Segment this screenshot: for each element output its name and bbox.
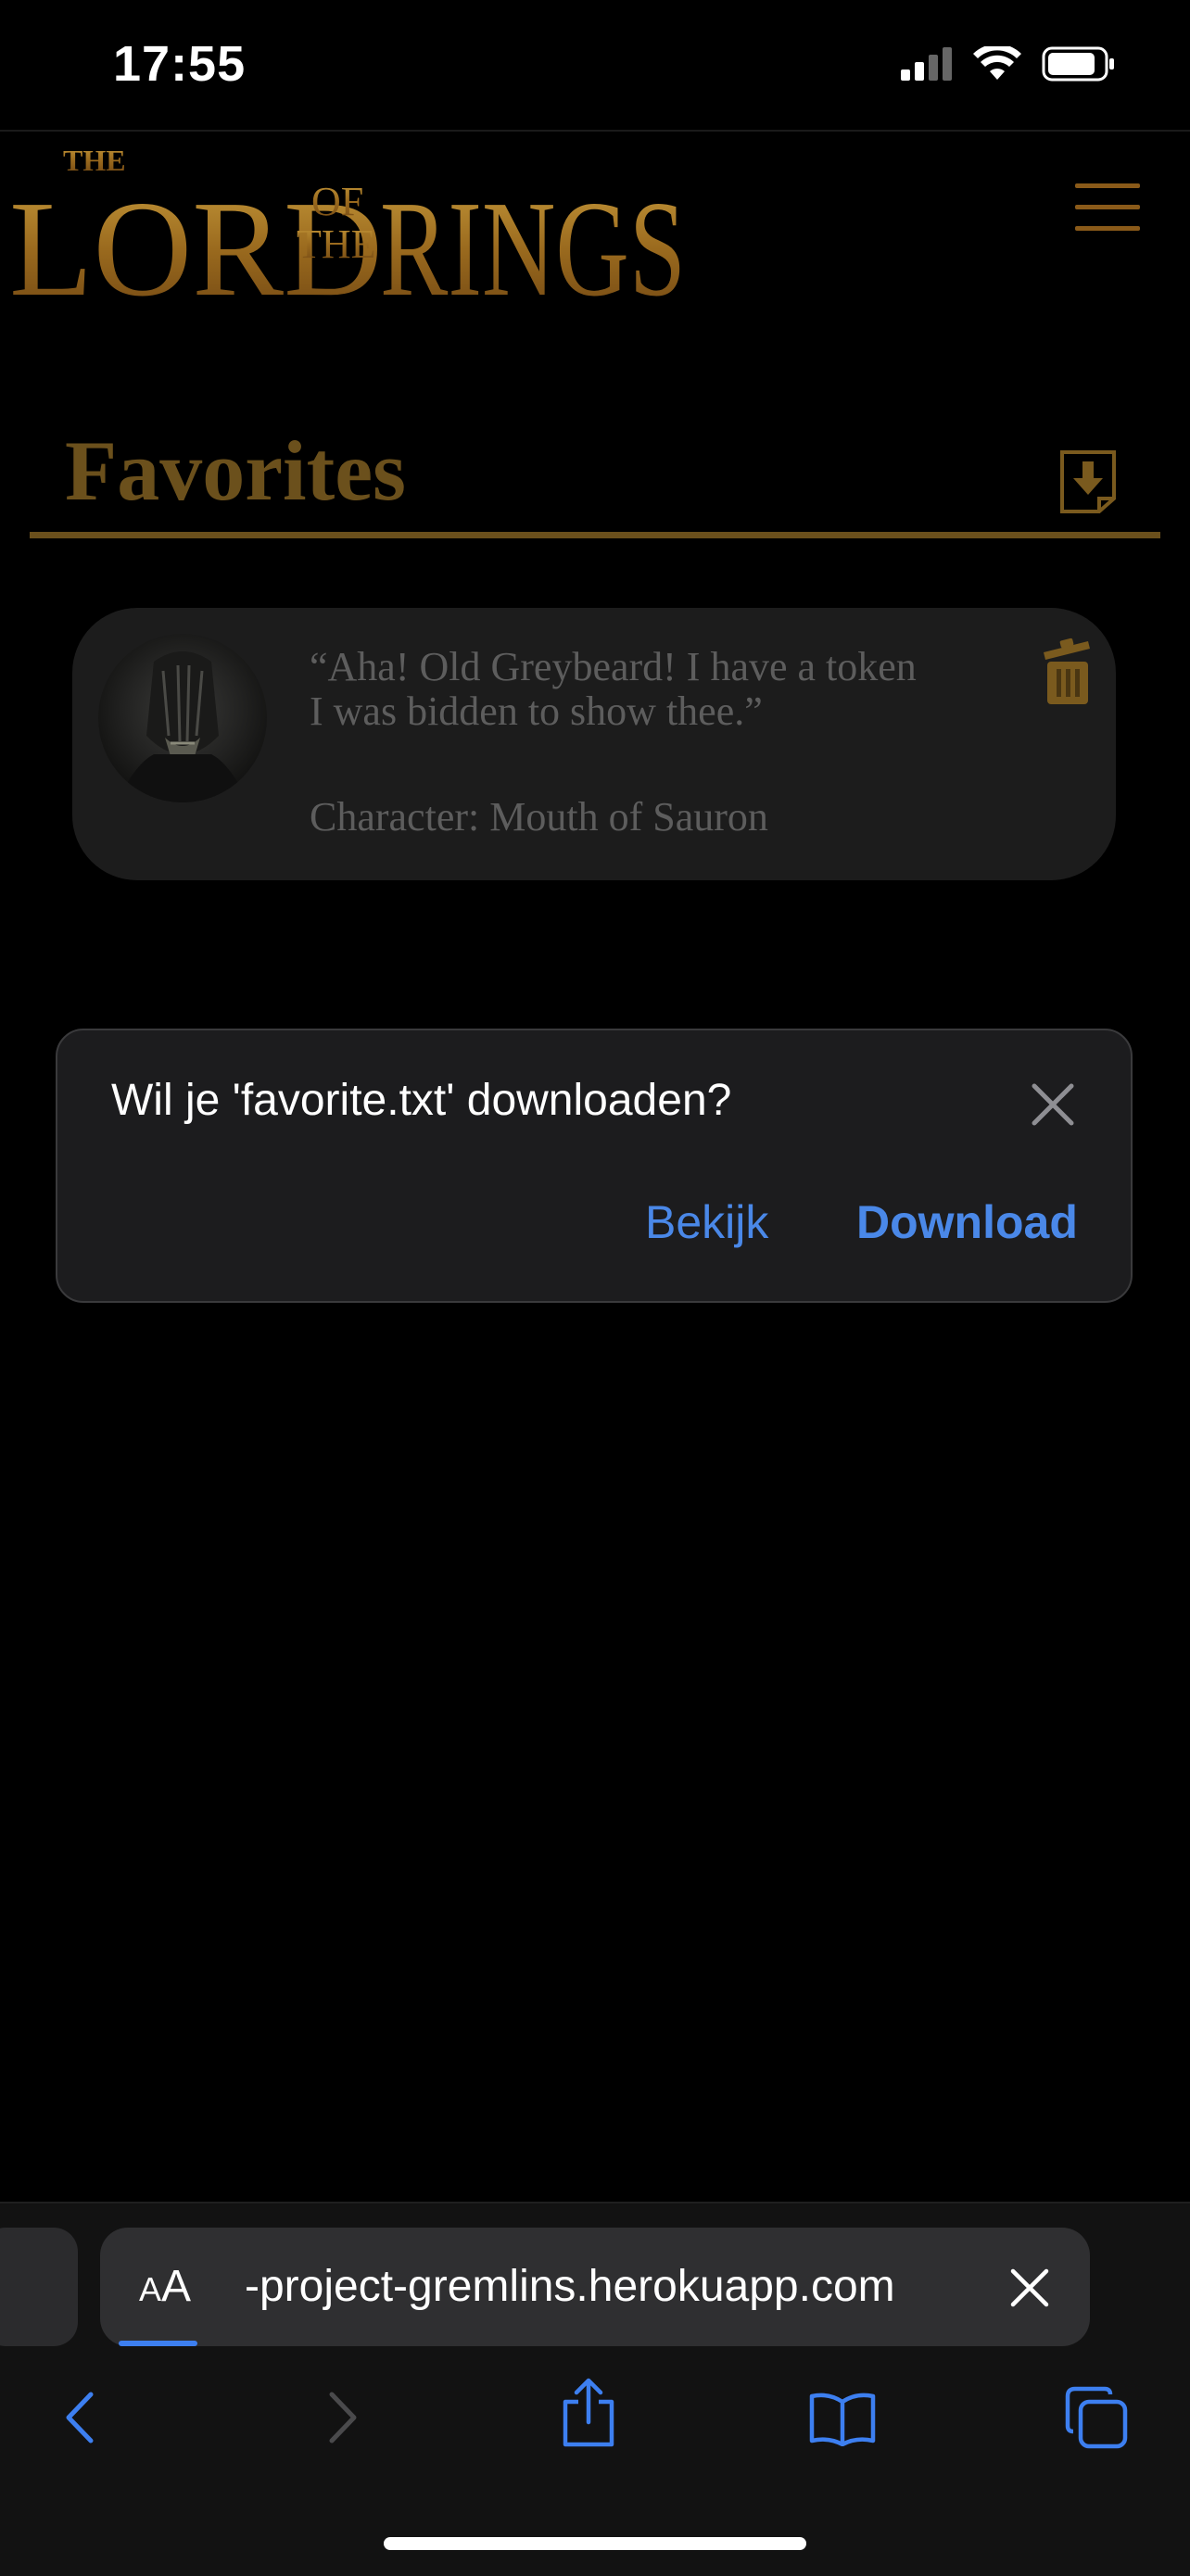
logo-of: OF <box>311 179 363 224</box>
tabs-icon[interactable] <box>1064 2385 1129 2450</box>
previous-tab-preview[interactable] <box>0 2228 78 2346</box>
share-icon[interactable] <box>560 2378 617 2448</box>
menu-line-icon <box>1075 183 1140 188</box>
url-text[interactable]: -project-gremlins.herokuapp.com <box>245 2261 968 2312</box>
character-line: Character: Mouth of Sauron <box>310 793 768 840</box>
quote-text: “Aha! Old Greybeard! I have a token I wa… <box>310 644 917 734</box>
logo-the-2: THE <box>297 221 376 267</box>
wifi-icon <box>973 46 1021 80</box>
logo-the: THE <box>63 144 126 177</box>
download-dialog <box>56 1029 1133 1303</box>
page-title: Favorites <box>65 423 406 518</box>
site-logo[interactable]: THE LORD OF THE RINGS <box>9 137 695 304</box>
character-label: Character: <box>310 794 480 840</box>
trash-icon[interactable] <box>1040 636 1095 706</box>
cellular-signal-icon <box>901 47 952 81</box>
download-dialog-message: Wil je 'favorite.txt' downloaden? <box>111 1076 732 1125</box>
page-settings-button[interactable]: AA <box>139 2261 191 2312</box>
character-avatar <box>98 634 267 802</box>
back-arrow-icon[interactable] <box>59 2389 102 2446</box>
status-icons <box>901 46 1116 82</box>
forward-arrow-icon[interactable] <box>321 2389 363 2446</box>
view-button[interactable]: Bekijk <box>645 1195 768 1249</box>
close-icon[interactable] <box>1029 1080 1077 1129</box>
download-button[interactable]: Download <box>856 1195 1078 1249</box>
title-divider <box>30 532 1160 538</box>
menu-line-icon <box>1075 226 1140 231</box>
aa-large-letter: A <box>161 2262 192 2311</box>
home-indicator <box>384 2537 806 2550</box>
page-load-progress <box>119 2341 197 2346</box>
aa-small-letter: A <box>139 2270 162 2308</box>
download-favorites-icon[interactable] <box>1058 448 1118 515</box>
hamburger-menu-button[interactable] <box>1075 183 1140 235</box>
battery-icon <box>1042 46 1114 82</box>
character-name: Mouth of Sauron <box>489 794 768 840</box>
logo-rings: RINGS <box>380 173 686 304</box>
bookmarks-icon[interactable] <box>808 2391 877 2446</box>
status-time: 17:55 <box>113 36 247 92</box>
close-icon[interactable] <box>1008 2267 1051 2309</box>
helmet-figure-icon <box>117 651 248 802</box>
menu-line-icon <box>1075 205 1140 209</box>
